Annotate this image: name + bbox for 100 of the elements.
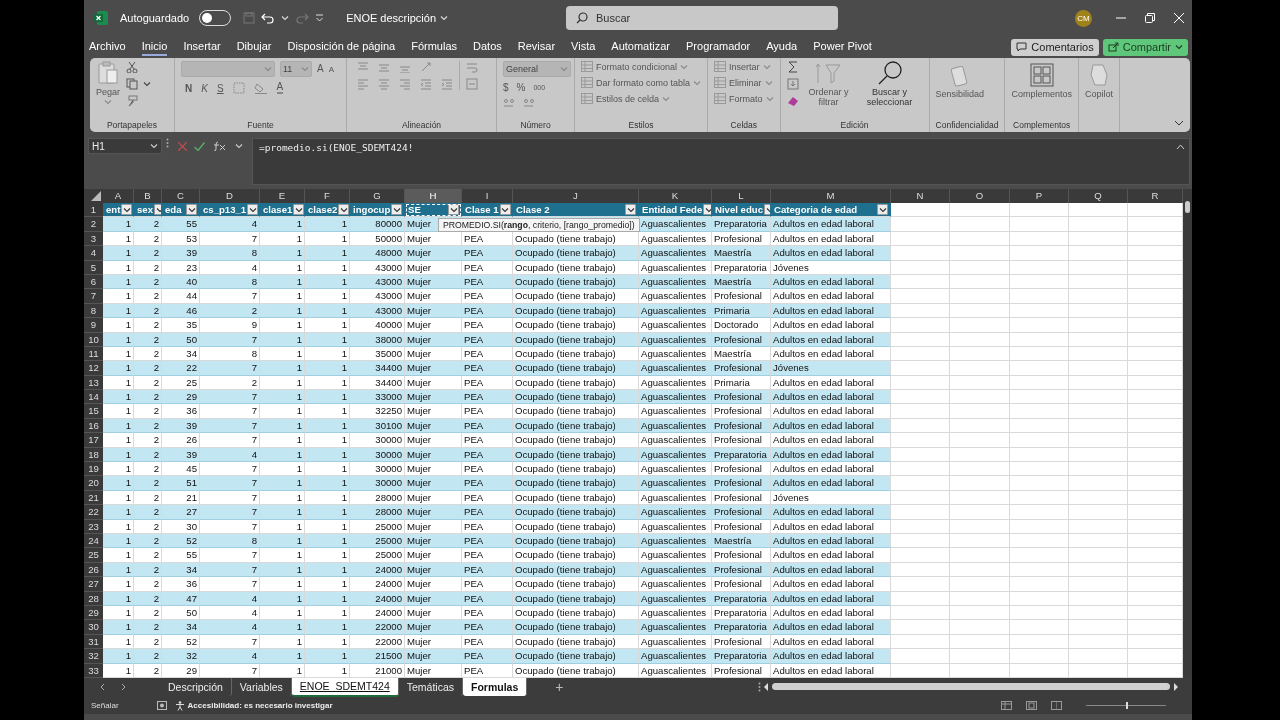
column-header[interactable]: H — [405, 189, 462, 203]
number-format-dropdown[interactable]: General — [503, 61, 571, 77]
scroll-left-icon[interactable] — [764, 682, 769, 691]
row-header[interactable]: 14 — [84, 390, 103, 405]
column-header[interactable]: F — [305, 189, 350, 203]
menu-tab[interactable]: Archivo — [89, 38, 126, 56]
filter-button[interactable] — [247, 204, 259, 216]
menu-tab[interactable]: Automatizar — [611, 38, 671, 56]
column-header[interactable]: G — [350, 189, 405, 203]
menu-tab[interactable]: Dibujar — [236, 38, 272, 56]
row-header[interactable]: 17 — [84, 433, 103, 448]
filter-button[interactable] — [625, 204, 636, 216]
accessibility-icon[interactable] — [174, 700, 185, 711]
column-header[interactable]: O — [950, 189, 1010, 203]
confirm-icon[interactable] — [194, 141, 205, 151]
horizontal-scrollbar[interactable] — [772, 683, 1170, 690]
row-header[interactable]: 25 — [84, 548, 103, 563]
share-button[interactable]: Compartir — [1102, 38, 1188, 56]
menu-tab[interactable]: Power Pivot — [813, 38, 872, 56]
search-field[interactable]: Buscar — [566, 6, 838, 30]
row-header[interactable]: 4 — [84, 246, 103, 261]
copy-icon[interactable] — [126, 78, 139, 90]
filter-button[interactable] — [293, 204, 304, 216]
fill-down-icon[interactable] — [786, 78, 799, 90]
column-header[interactable]: N — [891, 189, 950, 203]
menu-tab[interactable]: Datos — [473, 38, 502, 56]
filter-button[interactable] — [121, 204, 133, 216]
row-header[interactable]: 20 — [84, 476, 103, 491]
column-header[interactable]: E — [260, 189, 305, 203]
select-all-icon[interactable] — [84, 189, 103, 203]
percent-button[interactable]: % — [516, 82, 526, 93]
column-header[interactable]: K — [639, 189, 712, 203]
column-header[interactable]: M — [771, 189, 891, 203]
document-title-button[interactable]: ENOE descripción — [346, 12, 448, 24]
sheet-tab[interactable]: Variables — [231, 677, 292, 696]
page-layout-icon[interactable] — [1026, 701, 1037, 710]
currency-button[interactable]: $ — [503, 82, 509, 93]
filter-button[interactable] — [448, 204, 459, 216]
name-box[interactable]: H1 — [88, 138, 162, 154]
normal-view-icon[interactable] — [1001, 701, 1012, 710]
column-header[interactable]: J — [513, 189, 639, 203]
filter-button[interactable] — [186, 204, 197, 216]
menu-tab[interactable]: Disposición de página — [287, 38, 396, 56]
user-avatar[interactable]: CM — [1075, 9, 1092, 27]
collapse-ribbon-icon[interactable] — [1174, 120, 1184, 126]
orientation-icon[interactable] — [420, 61, 432, 73]
row-header[interactable]: 7 — [84, 289, 103, 304]
italic-button[interactable]: K — [201, 82, 208, 94]
menu-tab[interactable]: Ayuda — [766, 38, 798, 56]
comments-button[interactable]: Comentarios — [1011, 38, 1099, 56]
menu-tab[interactable]: Programador — [686, 38, 751, 56]
sheet-tab[interactable]: Descripción — [160, 677, 232, 696]
formula-field[interactable]: =promedio.si(ENOE_SDEMT424! — [252, 138, 1190, 185]
row-header[interactable]: 15 — [84, 404, 103, 419]
increase-font-button[interactable]: A — [317, 63, 324, 75]
menu-tab[interactable]: Vista — [571, 38, 596, 56]
row-header[interactable]: 2 — [84, 217, 103, 232]
eraser-icon[interactable] — [786, 95, 799, 107]
row-header[interactable]: 22 — [84, 505, 103, 520]
fill-bucket-icon[interactable] — [253, 82, 268, 94]
column-header[interactable]: C — [162, 189, 200, 203]
ribbon-button[interactable]: Buscar y seleccionar — [860, 61, 919, 108]
column-header[interactable]: I — [462, 189, 513, 203]
expand-formula-bar-icon[interactable] — [1176, 144, 1185, 150]
customize-icon[interactable] — [315, 14, 325, 22]
vertical-scrollbar[interactable] — [1183, 189, 1192, 676]
filter-button[interactable] — [877, 204, 888, 216]
accessibility-status[interactable]: Accesibilidad: es necesario investigar — [187, 701, 333, 710]
decrease-font-button[interactable]: A — [328, 64, 334, 74]
column-header[interactable]: B — [134, 189, 162, 203]
insert-function-icon[interactable] — [212, 141, 228, 151]
page-break-icon[interactable] — [1051, 701, 1062, 710]
row-header[interactable]: 9 — [84, 318, 103, 333]
column-header[interactable]: A — [103, 189, 134, 203]
filter-button[interactable] — [338, 204, 349, 216]
menu-tab[interactable]: Revisar — [517, 38, 556, 56]
font-size-dropdown[interactable]: 11 — [280, 61, 312, 77]
undo-icon[interactable] — [261, 12, 276, 24]
menu-tab[interactable]: Fórmulas — [411, 38, 457, 56]
menu-tab[interactable]: Insertar — [183, 38, 221, 56]
underline-button[interactable]: S — [216, 82, 224, 94]
row-header[interactable]: 12 — [84, 361, 103, 376]
previous-sheet-icon[interactable] — [100, 682, 105, 691]
add-sheet-button[interactable]: + — [555, 678, 564, 695]
row-header[interactable]: 30 — [84, 620, 103, 635]
bold-button[interactable]: N — [185, 82, 193, 94]
next-sheet-icon[interactable] — [121, 682, 126, 691]
row-header[interactable]: 32 — [84, 649, 103, 664]
menu-tab[interactable]: Inicio — [141, 38, 168, 56]
font-color-button[interactable]: A — [276, 82, 284, 94]
cut-icon[interactable] — [126, 61, 139, 73]
row-header[interactable]: 19 — [84, 462, 103, 477]
row-header[interactable]: 1 — [84, 203, 103, 218]
column-header[interactable]: P — [1010, 189, 1069, 203]
row-header[interactable]: 27 — [84, 577, 103, 592]
filter-button[interactable] — [703, 204, 711, 216]
column-header[interactable]: Q — [1069, 189, 1128, 203]
format-painter-icon[interactable] — [126, 95, 139, 107]
scroll-right-icon[interactable] — [1173, 682, 1178, 691]
restore-icon[interactable] — [1145, 13, 1155, 23]
